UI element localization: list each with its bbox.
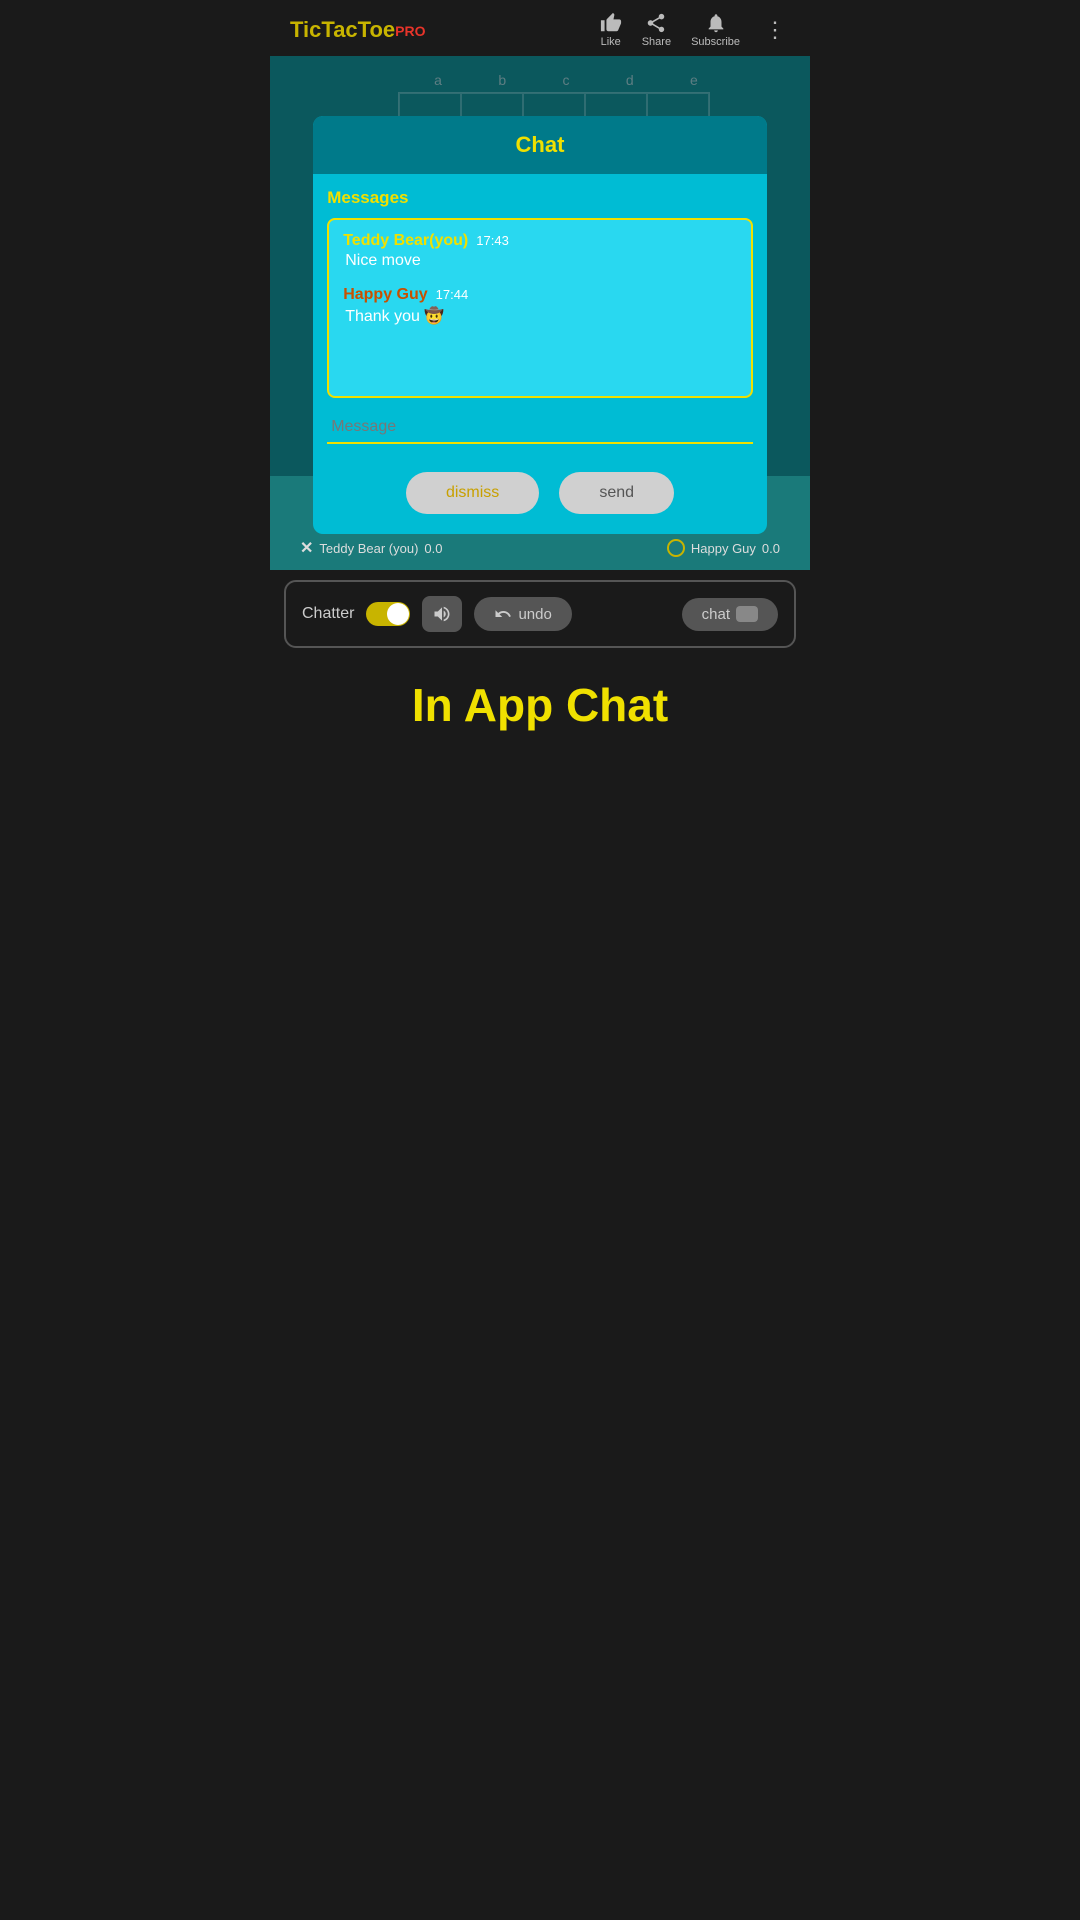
- chat-button-label: chat: [702, 606, 730, 623]
- message-2-text: Thank you 🤠: [343, 306, 737, 326]
- chat-buttons: dismiss send: [313, 454, 767, 534]
- share-button[interactable]: Share: [642, 12, 671, 48]
- message-input[interactable]: [327, 412, 753, 444]
- messages-box: Teddy Bear(you) 17:43 Nice move Happy Gu…: [327, 218, 753, 398]
- player-1-label: ✕ Teddy Bear (you) 0.0: [300, 538, 442, 558]
- message-2: Happy Guy 17:44 Thank you 🤠: [343, 286, 737, 326]
- chat-title: Chat: [516, 132, 565, 157]
- app-title-pro: PRO: [395, 23, 425, 39]
- modal-overlay: Chat Messages Teddy Bear(you) 17:43 Nice…: [270, 56, 810, 476]
- chatter-label: Chatter: [302, 605, 354, 623]
- footer-title-area: In App Chat: [270, 658, 810, 756]
- message-1: Teddy Bear(you) 17:43 Nice move: [343, 232, 737, 270]
- message-1-sender: Teddy Bear(you): [343, 232, 468, 250]
- message-1-time: 17:43: [476, 233, 509, 248]
- toggle-knob: [387, 603, 409, 625]
- message-input-area: [327, 412, 753, 444]
- message-2-time: 17:44: [436, 287, 469, 302]
- top-bar: TicTacToePRO Like Share Subscribe ⋮: [270, 0, 810, 56]
- messages-label: Messages: [327, 188, 753, 208]
- chat-button[interactable]: chat: [682, 598, 778, 631]
- top-actions: Like Share Subscribe ⋮: [600, 12, 790, 48]
- phone-container: TicTacToePRO Like Share Subscribe ⋮ a b: [270, 0, 810, 960]
- subscribe-button[interactable]: Subscribe: [691, 12, 740, 48]
- sound-button[interactable]: [422, 596, 462, 632]
- more-options-button[interactable]: ⋮: [760, 17, 790, 43]
- chatter-toggle[interactable]: [366, 602, 410, 626]
- subscribe-label: Subscribe: [691, 36, 740, 48]
- share-label: Share: [642, 36, 671, 48]
- player-2-label: Happy Guy 0.0: [667, 539, 780, 557]
- like-label: Like: [601, 36, 621, 48]
- like-button[interactable]: Like: [600, 12, 622, 48]
- dismiss-button[interactable]: dismiss: [406, 472, 539, 514]
- app-title: TicTacToePRO: [290, 17, 426, 43]
- player-2-name: Happy Guy: [691, 541, 756, 556]
- player-1-score: 0.0: [424, 541, 442, 556]
- app-title-tictactoe: TicTacToe: [290, 17, 395, 42]
- player-1-symbol: ✕: [300, 538, 313, 558]
- chat-modal: Chat Messages Teddy Bear(you) 17:43 Nice…: [313, 116, 767, 534]
- send-button[interactable]: send: [559, 472, 674, 514]
- chat-body: Messages Teddy Bear(you) 17:43 Nice move: [313, 174, 767, 454]
- chat-header: Chat: [313, 116, 767, 174]
- toolbar: Chatter undo chat: [284, 580, 796, 648]
- player-1-name: Teddy Bear (you): [319, 541, 418, 556]
- message-1-header: Teddy Bear(you) 17:43: [343, 232, 737, 250]
- message-2-sender: Happy Guy: [343, 286, 427, 304]
- message-2-header: Happy Guy 17:44: [343, 286, 737, 304]
- message-1-text: Nice move: [343, 252, 737, 270]
- game-area: a b c d e 1: [270, 56, 810, 476]
- undo-label: undo: [518, 606, 551, 623]
- chat-bubble-icon: [736, 606, 758, 622]
- footer-title: In App Chat: [412, 679, 668, 731]
- player-2-symbol: [667, 539, 685, 557]
- undo-button[interactable]: undo: [474, 597, 571, 631]
- player-2-score: 0.0: [762, 541, 780, 556]
